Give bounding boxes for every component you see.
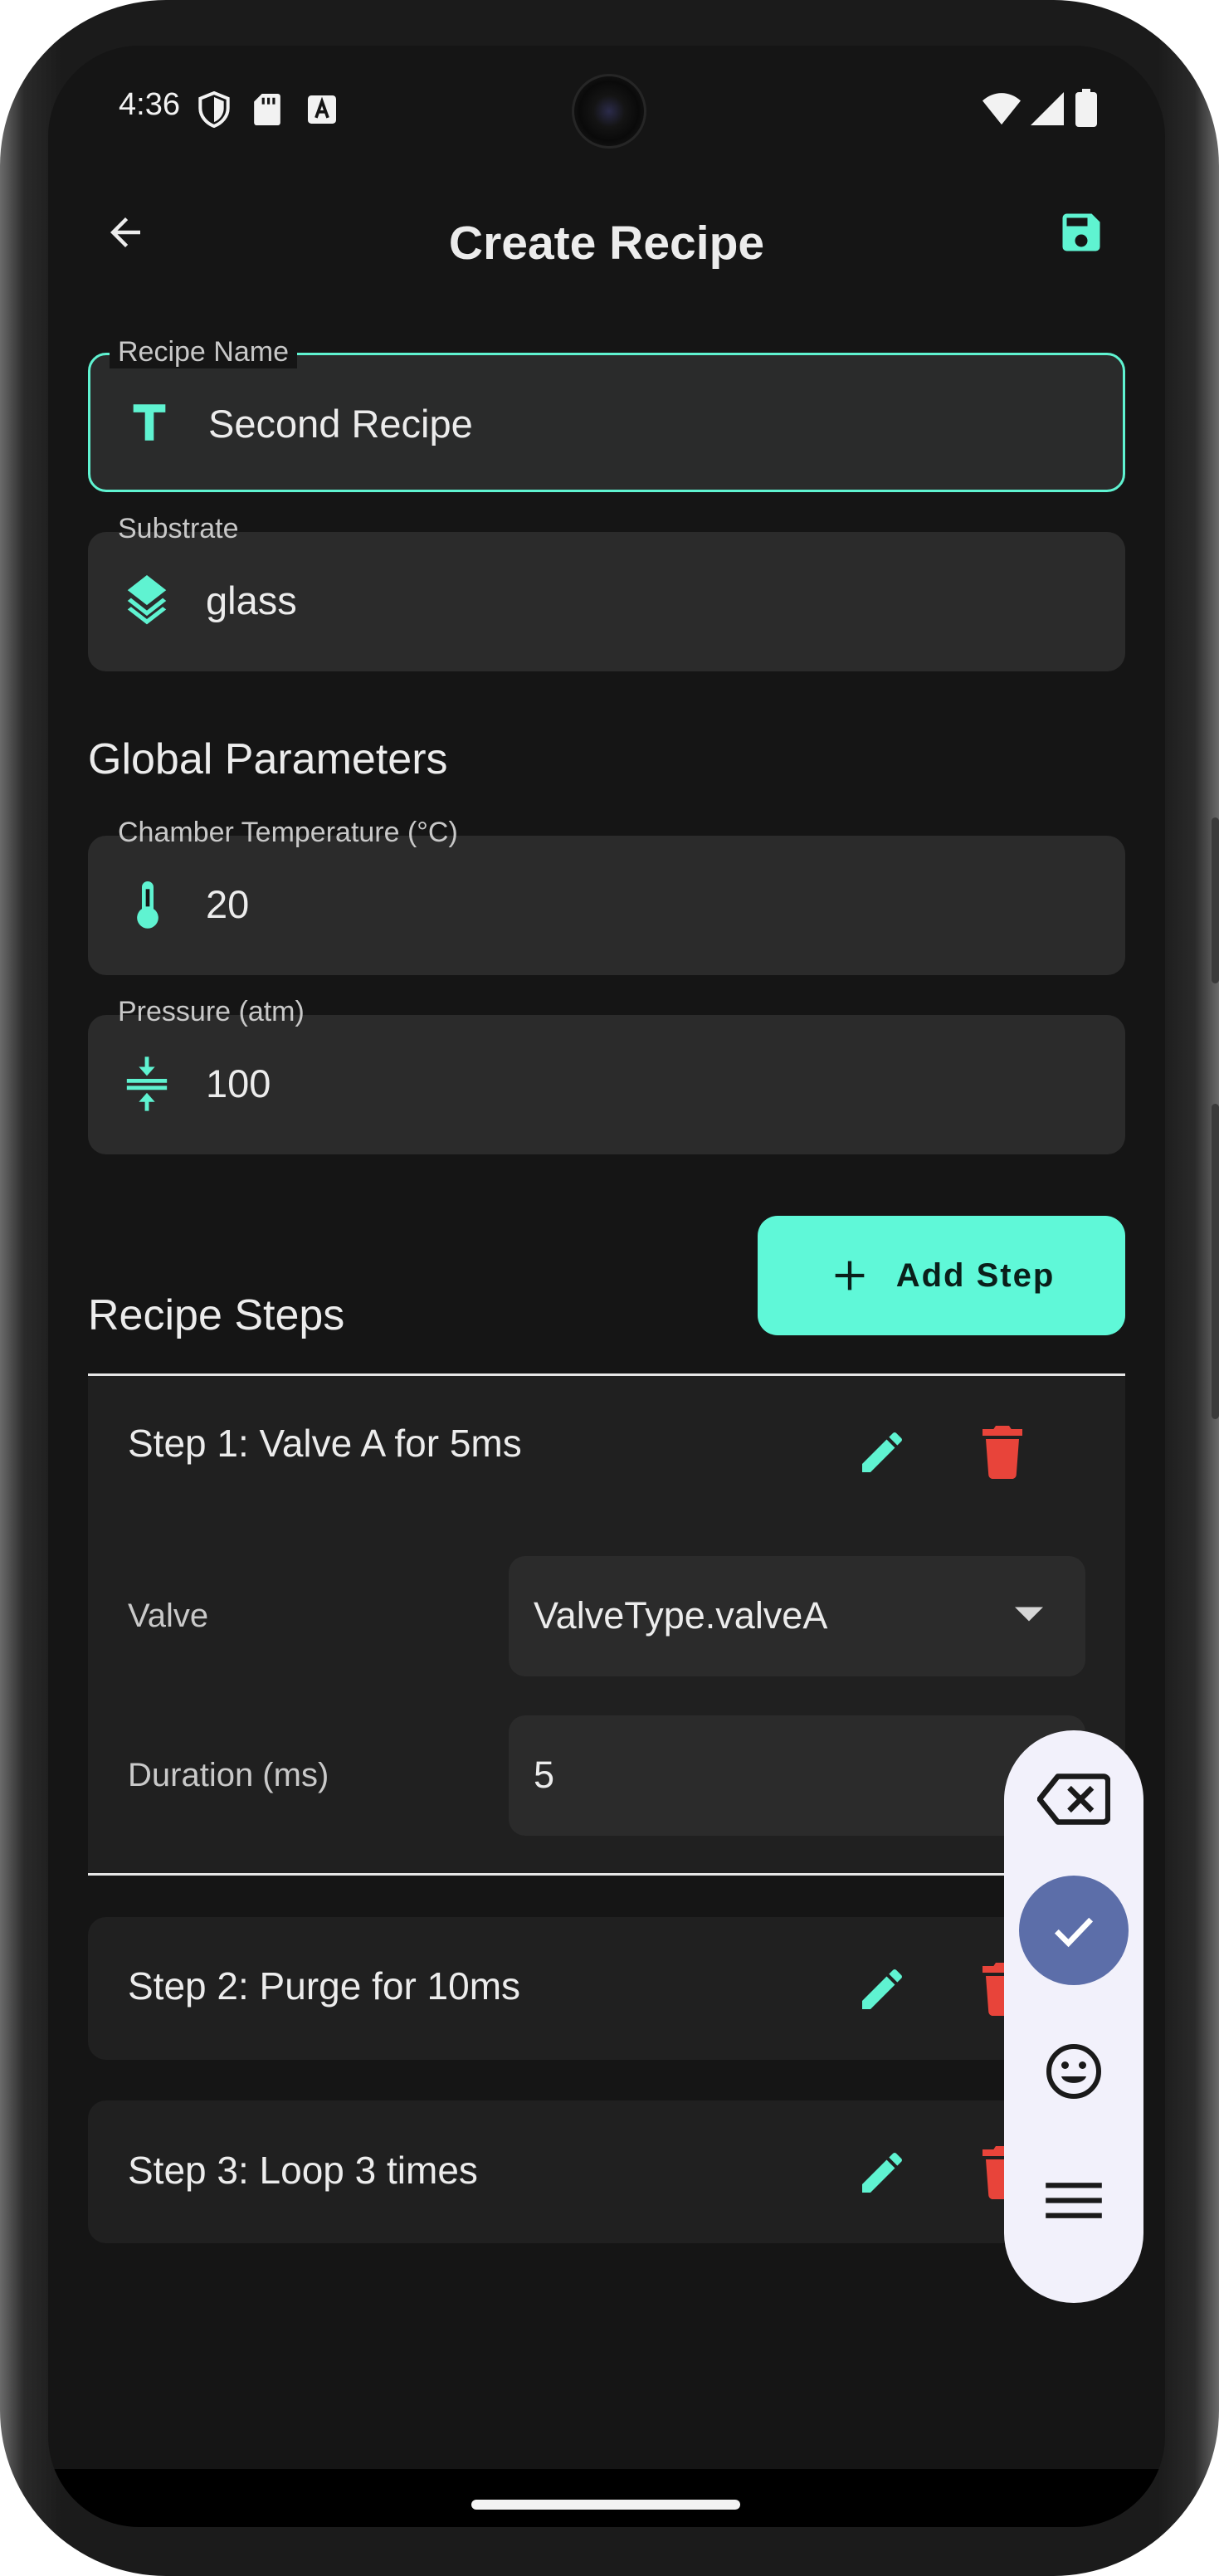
front-camera bbox=[572, 74, 646, 149]
step-1-bottom-divider bbox=[88, 1873, 1125, 1876]
text-t-icon bbox=[125, 398, 173, 446]
add-step-label: Add Step bbox=[895, 1256, 1056, 1294]
substrate-field[interactable]: glass bbox=[88, 532, 1125, 671]
pressure-input[interactable]: 100 bbox=[206, 1061, 271, 1106]
pencil-icon bbox=[862, 1969, 902, 2009]
step-1-valve-label: Valve bbox=[128, 1598, 209, 1634]
pressure-label: Pressure (atm) bbox=[118, 996, 305, 1027]
save-button[interactable] bbox=[1044, 195, 1119, 270]
pencil-icon bbox=[862, 1432, 902, 1472]
step-1-duration-input[interactable]: 5 bbox=[509, 1715, 1085, 1836]
step-1-valve-select[interactable]: ValveType.valveA bbox=[509, 1556, 1085, 1676]
step-2-edit-button[interactable] bbox=[849, 1956, 915, 2022]
thermometer-icon bbox=[124, 879, 171, 930]
text-a-icon bbox=[308, 95, 336, 124]
power-button bbox=[1212, 817, 1219, 983]
check-button[interactable] bbox=[1019, 1876, 1129, 1985]
layers-icon bbox=[121, 575, 173, 627]
step-1-duration-label: Duration (ms) bbox=[128, 1757, 329, 1793]
step-1-delete-button[interactable] bbox=[969, 1419, 1036, 1486]
cell-signal-icon bbox=[1031, 92, 1064, 125]
menu-icon[interactable] bbox=[1046, 2178, 1102, 2222]
status-time: 4:36 bbox=[119, 87, 180, 122]
pencil-icon bbox=[862, 2153, 902, 2193]
step-1-title[interactable]: Step 1: Valve A for 5ms bbox=[128, 1421, 522, 1466]
keyboard-toolbar bbox=[1004, 1730, 1143, 2303]
step-2-title[interactable]: Step 2: Purge for 10ms bbox=[128, 1964, 520, 2008]
trash-icon bbox=[983, 1426, 1022, 1479]
step-3-edit-button[interactable] bbox=[849, 2139, 915, 2206]
chamber-temperature-field[interactable]: 20 bbox=[88, 836, 1125, 975]
chevron-down-icon bbox=[1015, 1606, 1043, 1622]
volume-button bbox=[1212, 1104, 1219, 1419]
pressure-field[interactable]: 100 bbox=[88, 1015, 1125, 1154]
plus-icon bbox=[835, 1261, 865, 1290]
recipe-steps-title: Recipe Steps bbox=[88, 1291, 345, 1339]
shield-icon bbox=[197, 91, 231, 128]
chamber-temperature-label: Chamber Temperature (°C) bbox=[118, 817, 458, 848]
chamber-temperature-input[interactable]: 20 bbox=[206, 881, 249, 927]
compress-icon bbox=[123, 1056, 171, 1111]
floppy-disk-icon bbox=[1062, 213, 1100, 251]
wifi-icon bbox=[983, 92, 1021, 125]
emoji-icon[interactable] bbox=[1044, 2042, 1104, 2101]
step-1-edit-button[interactable] bbox=[849, 1419, 915, 1486]
navigation-bar bbox=[48, 2469, 1165, 2527]
substrate-input[interactable]: glass bbox=[206, 578, 297, 623]
step-1-valve-value: ValveType.valveA bbox=[534, 1594, 828, 1637]
add-step-button[interactable]: Add Step bbox=[758, 1216, 1125, 1335]
step-1-duration-value: 5 bbox=[534, 1754, 555, 1796]
step-3-title[interactable]: Step 3: Loop 3 times bbox=[128, 2148, 478, 2193]
home-indicator[interactable] bbox=[471, 2500, 740, 2510]
substrate-label: Substrate bbox=[118, 513, 239, 544]
sd-card-icon bbox=[254, 94, 280, 125]
recipe-name-input[interactable]: Second Recipe bbox=[208, 401, 473, 446]
check-icon bbox=[1054, 1917, 1094, 1948]
recipe-name-field[interactable]: Second Recipe bbox=[88, 353, 1125, 492]
page-title: Create Recipe bbox=[448, 217, 765, 270]
backspace-icon[interactable] bbox=[1037, 1772, 1110, 1827]
recipe-name-label: Recipe Name bbox=[110, 336, 297, 368]
screen: 4:36 Create Recipe Second Recipe Recipe … bbox=[48, 46, 1165, 2527]
battery-icon bbox=[1075, 89, 1097, 127]
global-parameters-title: Global Parameters bbox=[88, 735, 448, 783]
